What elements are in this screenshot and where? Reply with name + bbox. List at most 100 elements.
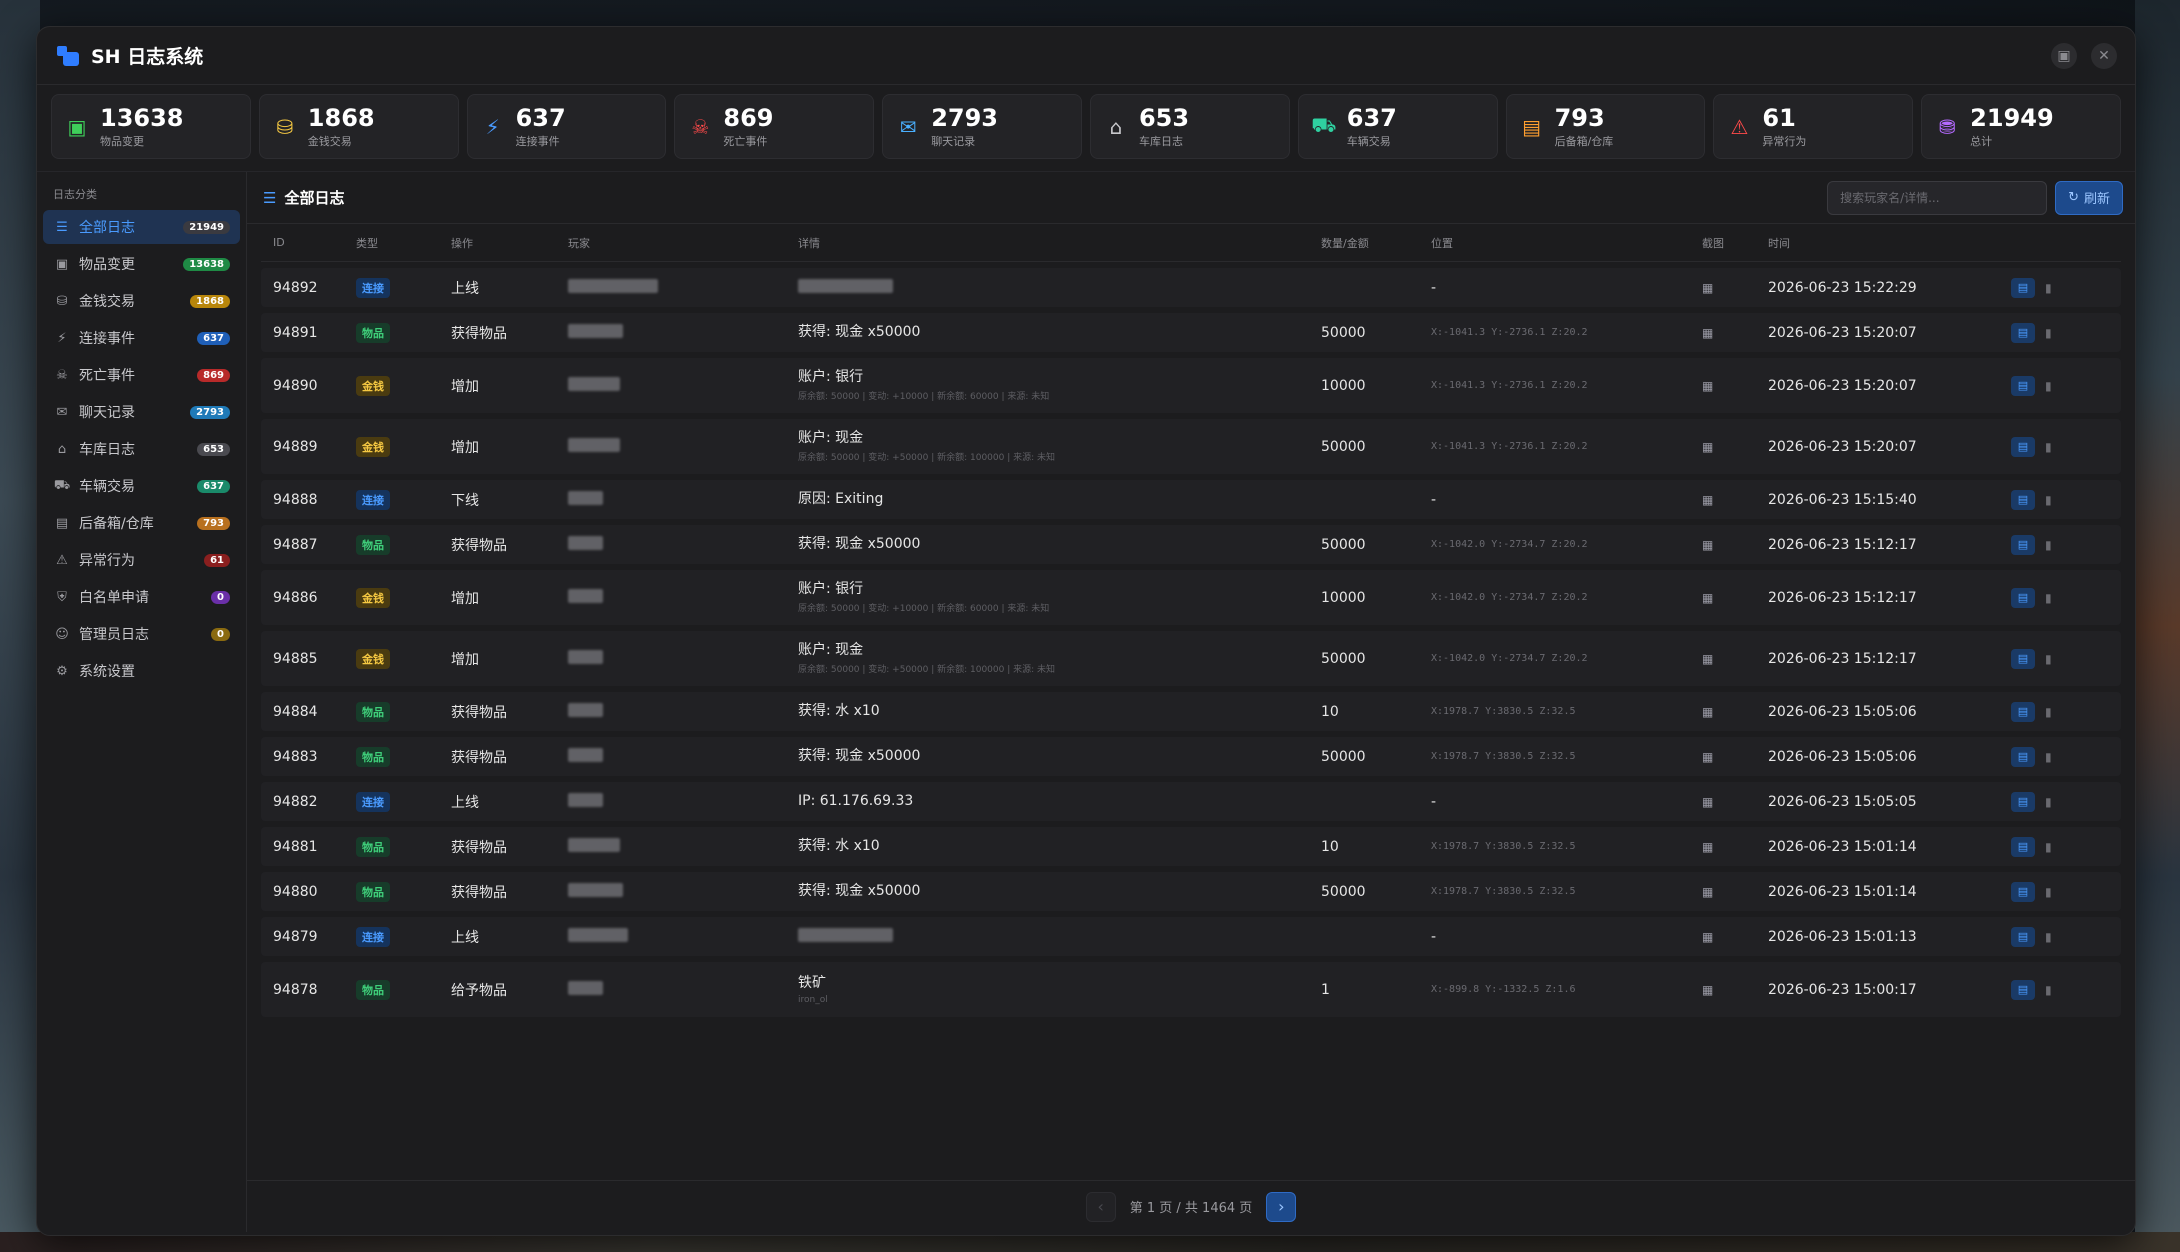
delete-icon[interactable]: ▮ [2045,591,2052,605]
image-icon[interactable]: ▦ [1702,440,1713,454]
table-row[interactable]: 94882 连接 上线 IP: 61.176.69.33 - ▦ 2026-06-23 15… [261,782,2121,821]
view-button[interactable]: ▤ [2011,587,2035,608]
image-icon[interactable]: ▦ [1702,750,1713,764]
close-icon[interactable]: ✕ [2091,42,2117,69]
image-icon[interactable]: ▦ [1702,705,1713,719]
sidebar-item[interactable]: ✉ 聊天记录 2793 [43,395,240,429]
col-detail[interactable]: 详情 [798,235,1321,251]
table-row[interactable]: 94886 金钱 增加 账户: 银行 原余额: 50000 | 变动: +10000 |… [261,570,2121,625]
image-icon[interactable]: ▦ [1702,930,1713,944]
sidebar-item[interactable]: ⌂ 车库日志 653 [43,432,240,466]
table-row[interactable]: 94880 物品 获得物品 获得: 现金 x50000 50000 X:1978.7 Y:… [261,872,2121,911]
image-icon[interactable]: ▦ [1702,591,1713,605]
col-amount[interactable]: 数量/金额 [1321,235,1431,251]
sidebar-item[interactable]: ⚙ 系统设置 [43,654,240,688]
stat-card[interactable]: ⛁ 1868 金钱交易 [258,94,459,159]
view-button[interactable]: ▤ [2011,746,2035,767]
view-button[interactable]: ▤ [2011,881,2035,902]
col-id[interactable]: ID [261,236,356,249]
stat-card[interactable]: ☠ 869 死亡事件 [674,94,875,159]
stat-card[interactable]: ⚡ 637 连接事件 [466,94,667,159]
stat-card[interactable]: ⛟ 637 车辆交易 [1297,94,1498,159]
delete-icon[interactable]: ▮ [2045,281,2052,295]
prev-page-button[interactable]: ‹ [1085,1191,1116,1222]
sidebar-item[interactable]: ⛁ 金钱交易 1868 [43,284,240,318]
table-row[interactable]: 94889 金钱 增加 账户: 现金 原余额: 50000 | 变动: +50000 |… [261,419,2121,474]
view-button[interactable]: ▤ [2011,926,2035,947]
col-screenshot[interactable]: 截图 [1702,235,1768,251]
col-position[interactable]: 位置 [1431,235,1702,251]
view-button[interactable]: ▤ [2011,836,2035,857]
delete-icon[interactable]: ▮ [2045,493,2052,507]
view-button[interactable]: ▤ [2011,701,2035,722]
image-icon[interactable]: ▦ [1702,281,1713,295]
refresh-button[interactable]: ↻ 刷新 [2055,180,2123,215]
next-page-button[interactable]: › [1266,1191,1297,1222]
delete-icon[interactable]: ▮ [2045,440,2052,454]
sidebar-item[interactable]: ⛟ 车辆交易 637 [43,469,240,503]
sidebar-item[interactable]: ☺ 管理员日志 0 [43,617,240,651]
delete-icon[interactable]: ▮ [2045,538,2052,552]
stat-card[interactable]: ▤ 793 后备箱/仓库 [1505,94,1706,159]
sidebar-item[interactable]: ⚠ 异常行为 61 [43,543,240,577]
search-input[interactable] [1827,180,2048,215]
stat-card[interactable]: ⚠ 61 异常行为 [1713,94,1914,159]
view-button[interactable]: ▤ [2011,375,2035,396]
trash-icon[interactable]: ▣ [2051,42,2077,69]
image-icon[interactable]: ▦ [1702,983,1713,997]
sidebar-item[interactable]: ▤ 后备箱/仓库 793 [43,506,240,540]
delete-icon[interactable]: ▮ [2045,705,2052,719]
row-time: 2026-06-23 15:15:40 [1768,491,1917,508]
stat-card[interactable]: ▣ 13638 物品变更 [51,94,251,159]
sidebar-item[interactable]: ☠ 死亡事件 869 [43,358,240,392]
delete-icon[interactable]: ▮ [2045,326,2052,340]
table-row[interactable]: 94892 连接 上线 - ▦ 2026-06-23 15:22:29 ▤ ▮ [261,268,2121,307]
col-type[interactable]: 类型 [356,235,451,251]
view-button[interactable]: ▤ [2011,277,2035,298]
stat-card[interactable]: ⌂ 653 车库日志 [1089,94,1290,159]
table-row[interactable]: 94888 连接 下线 原因: Exiting - ▦ 2026-06-23 15:15:4… [261,480,2121,519]
table-row[interactable]: 94878 物品 给予物品 铁矿 iron_ol 1 X:-899.8 Y:-1332.5 … [261,962,2121,1017]
image-icon[interactable]: ▦ [1702,652,1713,666]
table-row[interactable]: 94884 物品 获得物品 获得: 水 x10 10 X:1978.7 Y:3830.5 … [261,692,2121,731]
image-icon[interactable]: ▦ [1702,840,1713,854]
sidebar-item[interactable]: ☰ 全部日志 21949 [43,210,240,244]
table-row[interactable]: 94881 物品 获得物品 获得: 水 x10 10 X:1978.7 Y:3830.5 … [261,827,2121,866]
col-op[interactable]: 操作 [451,235,568,251]
view-button[interactable]: ▤ [2011,979,2035,1000]
view-button[interactable]: ▤ [2011,791,2035,812]
table-row[interactable]: 94879 连接 上线 - ▦ 2026-06-23 15:01:13 ▤ ▮ [261,917,2121,956]
image-icon[interactable]: ▦ [1702,885,1713,899]
sidebar-item[interactable]: ▣ 物品变更 13638 [43,247,240,281]
stat-card[interactable]: ⛃ 21949 总计 [1921,94,2121,159]
table-row[interactable]: 94883 物品 获得物品 获得: 现金 x50000 50000 X:1978.7 Y:… [261,737,2121,776]
image-icon[interactable]: ▦ [1702,326,1713,340]
delete-icon[interactable]: ▮ [2045,930,2052,944]
table-row[interactable]: 94885 金钱 增加 账户: 现金 原余额: 50000 | 变动: +50000 |… [261,631,2121,686]
image-icon[interactable]: ▦ [1702,538,1713,552]
view-button[interactable]: ▤ [2011,436,2035,457]
image-icon[interactable]: ▦ [1702,795,1713,809]
delete-icon[interactable]: ▮ [2045,750,2052,764]
image-icon[interactable]: ▦ [1702,379,1713,393]
delete-icon[interactable]: ▮ [2045,795,2052,809]
view-button[interactable]: ▤ [2011,534,2035,555]
delete-icon[interactable]: ▮ [2045,379,2052,393]
col-player[interactable]: 玩家 [568,235,798,251]
sidebar-item[interactable]: ⛨ 白名单申请 0 [43,580,240,614]
delete-icon[interactable]: ▮ [2045,983,2052,997]
table-row[interactable]: 94890 金钱 增加 账户: 银行 原余额: 50000 | 变动: +10000 |… [261,358,2121,413]
delete-icon[interactable]: ▮ [2045,840,2052,854]
col-time[interactable]: 时间 [1768,235,2011,251]
table-row[interactable]: 94891 物品 获得物品 获得: 现金 x50000 50000 X:-1041.3 Y… [261,313,2121,352]
view-button[interactable]: ▤ [2011,322,2035,343]
delete-icon[interactable]: ▮ [2045,885,2052,899]
view-button[interactable]: ▤ [2011,648,2035,669]
sidebar-item[interactable]: ⚡ 连接事件 637 [43,321,240,355]
stat-card[interactable]: ✉ 2793 聊天记录 [882,94,1082,159]
image-icon[interactable]: ▦ [1702,493,1713,507]
view-button[interactable]: ▤ [2011,489,2035,510]
delete-icon[interactable]: ▮ [2045,652,2052,666]
row-position: X:-1042.0 Y:-2734.7 Z:20.2 [1431,539,1588,550]
table-row[interactable]: 94887 物品 获得物品 获得: 现金 x50000 50000 X:-1042.0 Y… [261,525,2121,564]
